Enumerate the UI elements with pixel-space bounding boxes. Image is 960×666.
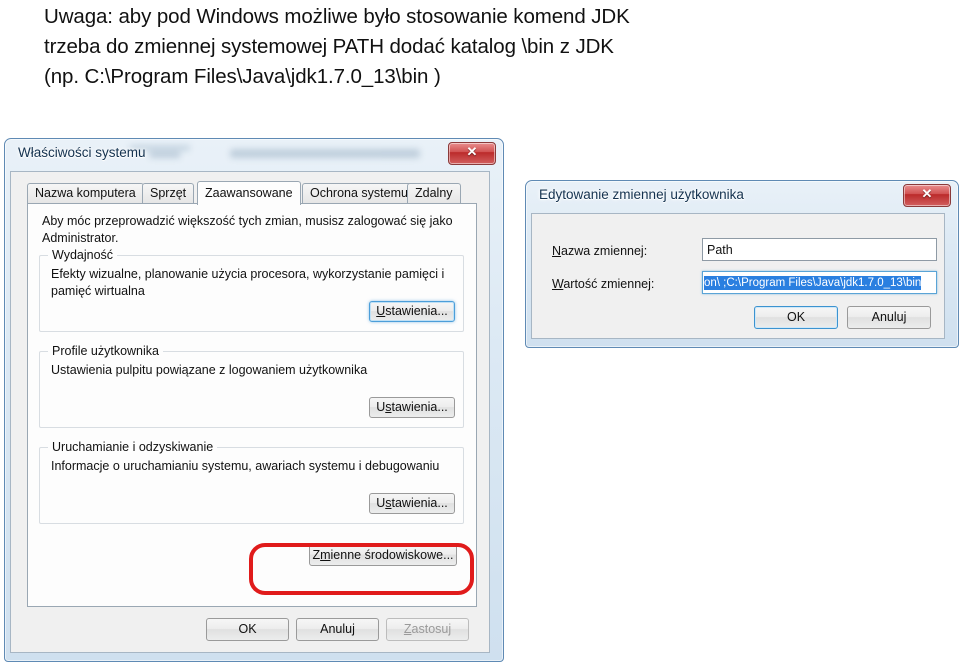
edit-variable-titlebar[interactable]: Edytowanie zmiennej użytkownika ✕ [526,181,958,211]
system-properties-client: Nazwa komputera Sprzęt Zaawansowane Ochr… [10,171,490,653]
button-label: Anuluj [871,310,907,325]
apply-button: Zastosuj [386,618,469,641]
glass-blur-decoration [230,149,420,158]
ok-button[interactable]: OK [206,618,289,641]
tab-strip: Nazwa komputera Sprzęt Zaawansowane Ochr… [27,181,477,205]
glass-blur-decoration [150,151,180,158]
variable-name-label: Nazwa zmiennej: [552,244,647,258]
tab-zdalny[interactable]: Zdalny [407,183,461,203]
variable-name-input[interactable]: Path [702,238,937,261]
tab-label: Nazwa komputera [35,186,136,200]
group-profile-uzytkownika: Profile użytkownika Ustawienia pulpitu p… [39,344,464,428]
close-icon[interactable]: ✕ [903,184,951,207]
edit-variable-ok-button[interactable]: OK [754,306,838,329]
user-profiles-settings-button[interactable]: Ustawienia... [369,397,455,418]
variable-value-selected-text: on\ ;C:\Program Files\Java\jdk1.7.0_13\b… [704,275,922,290]
tab-panel-zaawansowane: Aby móc przeprowadzić większość tych zmi… [27,203,477,607]
group-legend: Profile użytkownika [48,344,163,358]
label-rest: artość zmiennej: [563,277,655,291]
cancel-button[interactable]: Anuluj [296,618,379,641]
system-properties-titlebar[interactable]: Właściwości systemu ✕ [5,139,503,169]
button-label: Ustawienia... [376,496,448,511]
accesskey: W [552,277,564,291]
close-glyph: ✕ [921,186,933,201]
performance-settings-button[interactable]: Ustawienia... [369,301,455,322]
tab-label: Zaawansowane [205,186,293,200]
system-properties-window: Właściwości systemu ✕ Nazwa komputera Sp… [4,138,504,662]
button-label: OK [238,622,257,637]
group-wydajnosc: Wydajność Efekty wizualne, planowanie uż… [39,248,464,332]
note-line-3: (np. C:\Program Files\Java\jdk1.7.0_13\b… [44,65,441,88]
variable-name-value: Path [707,242,733,257]
edit-variable-cancel-button[interactable]: Anuluj [847,306,931,329]
admin-notice: Aby móc przeprowadzić większość tych zmi… [42,214,453,245]
group-uruchamianie-odzyskiwanie: Uruchamianie i odzyskiwanie Informacje o… [39,440,464,524]
button-label: Ustawienia... [376,304,448,319]
group-description: Efekty wizualne, planowanie użycia proce… [51,267,445,298]
edit-variable-window: Edytowanie zmiennej użytkownika ✕ Nazwa … [525,180,959,348]
tab-label: Sprzęt [150,186,187,200]
system-properties-title: Właściwości systemu [18,145,146,160]
button-label: OK [786,310,806,325]
edit-variable-title: Edytowanie zmiennej użytkownika [539,187,744,202]
tab-zaawansowane[interactable]: Zaawansowane [197,181,301,205]
label-rest: azwa zmiennej: [561,244,648,258]
group-legend: Uruchamianie i odzyskiwanie [48,440,218,454]
close-icon[interactable]: ✕ [448,142,496,165]
note-line-1: Uwaga: aby pod Windows możliwe było stos… [44,5,630,28]
button-label: Anuluj [320,622,355,637]
environment-variables-button[interactable]: Zmienne środowiskowe... [309,544,457,566]
button-label: Zastosuj [403,622,452,637]
tab-label: Zdalny [415,186,453,200]
note-line-2: trzeba do zmiennej systemowej PATH dodać… [44,35,614,58]
button-label: Zmienne środowiskowe... [312,547,454,562]
tab-nazwa-komputera[interactable]: Nazwa komputera [27,183,144,203]
button-label: Ustawienia... [376,400,448,415]
group-legend: Wydajność [48,248,118,262]
accesskey: N [552,244,562,258]
variable-value-label: Wartość zmiennej: [552,277,654,291]
close-glyph: ✕ [466,144,478,159]
group-description: Informacje o uruchamianiu systemu, awari… [51,459,440,473]
edit-variable-client: Nazwa zmiennej: Path Wartość zmiennej: o… [531,213,945,339]
startup-recovery-settings-button[interactable]: Ustawienia... [369,493,455,514]
tab-label: Ochrona systemu [310,186,408,200]
group-description: Ustawienia pulpitu powiązane z logowanie… [51,363,368,377]
variable-value-input[interactable]: on\ ;C:\Program Files\Java\jdk1.7.0_13\b… [702,271,937,294]
intro-note: Uwaga: aby pod Windows możliwe było stos… [44,2,924,92]
tab-ochrona-systemu[interactable]: Ochrona systemu [302,183,416,203]
tab-sprzet[interactable]: Sprzęt [142,183,195,203]
